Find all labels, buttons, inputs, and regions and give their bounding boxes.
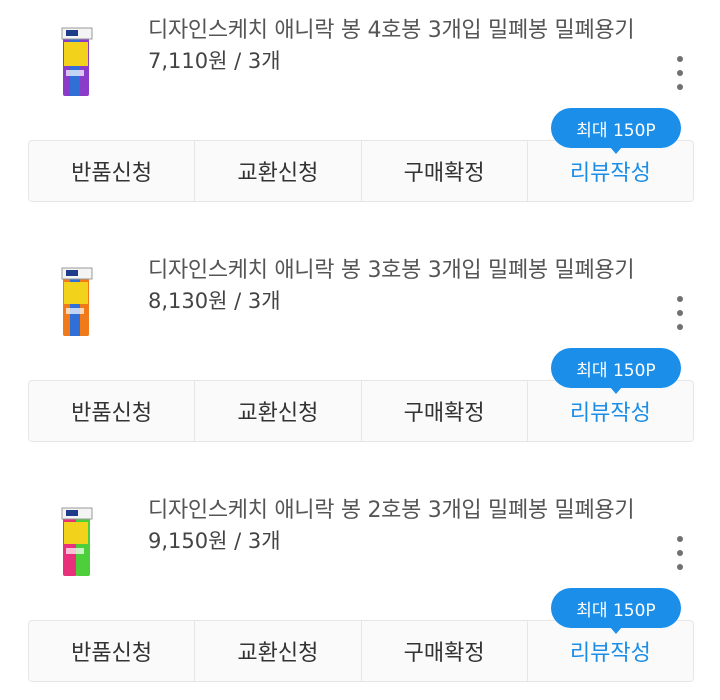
more-vertical-icon[interactable]: [672, 56, 688, 90]
exchange-request-button[interactable]: 교환신청: [195, 381, 362, 441]
return-request-button[interactable]: 반품신청: [29, 381, 196, 441]
order-item: 디자인스케치 애니락 봉 2호봉 3개입 밀폐봉 밀폐용기 9,150원 / 3…: [0, 480, 720, 700]
exchange-request-button[interactable]: 교환신청: [195, 621, 362, 681]
product-price: 7,110원 / 3개: [148, 49, 281, 73]
review-points-badge: 최대 150P: [551, 348, 681, 394]
product-price: 9,150원 / 3개: [148, 529, 281, 553]
order-actions: 반품신청 교환신청 구매확정 리뷰작성: [28, 140, 694, 202]
purchase-confirm-button[interactable]: 구매확정: [362, 381, 528, 441]
product-thumbnail[interactable]: [52, 262, 102, 338]
order-item: 디자인스케치 애니락 봉 3호봉 3개입 밀폐봉 밀폐용기 8,130원 / 3…: [0, 240, 720, 460]
product-thumbnail[interactable]: [52, 22, 102, 98]
product-thumbnail[interactable]: [52, 502, 102, 578]
return-request-button[interactable]: 반품신청: [29, 621, 196, 681]
order-item: 디자인스케치 애니락 봉 4호봉 3개입 밀폐봉 밀폐용기 7,110원 / 3…: [0, 0, 720, 220]
order-actions: 반품신청 교환신청 구매확정 리뷰작성: [28, 380, 694, 442]
product-name[interactable]: 디자인스케치 애니락 봉 2호봉 3개입 밀폐봉 밀폐용기: [148, 492, 635, 524]
product-name[interactable]: 디자인스케치 애니락 봉 3호봉 3개입 밀폐봉 밀폐용기: [148, 252, 635, 284]
more-vertical-icon[interactable]: [672, 296, 688, 330]
product-name[interactable]: 디자인스케치 애니락 봉 4호봉 3개입 밀폐봉 밀폐용기: [148, 12, 635, 44]
exchange-request-button[interactable]: 교환신청: [195, 141, 362, 201]
purchase-confirm-button[interactable]: 구매확정: [362, 621, 528, 681]
review-points-badge: 최대 150P: [551, 108, 681, 154]
product-price: 8,130원 / 3개: [148, 289, 281, 313]
review-points-badge: 최대 150P: [551, 588, 681, 634]
purchase-confirm-button[interactable]: 구매확정: [362, 141, 528, 201]
order-actions: 반품신청 교환신청 구매확정 리뷰작성: [28, 620, 694, 682]
return-request-button[interactable]: 반품신청: [29, 141, 196, 201]
more-vertical-icon[interactable]: [672, 536, 688, 570]
